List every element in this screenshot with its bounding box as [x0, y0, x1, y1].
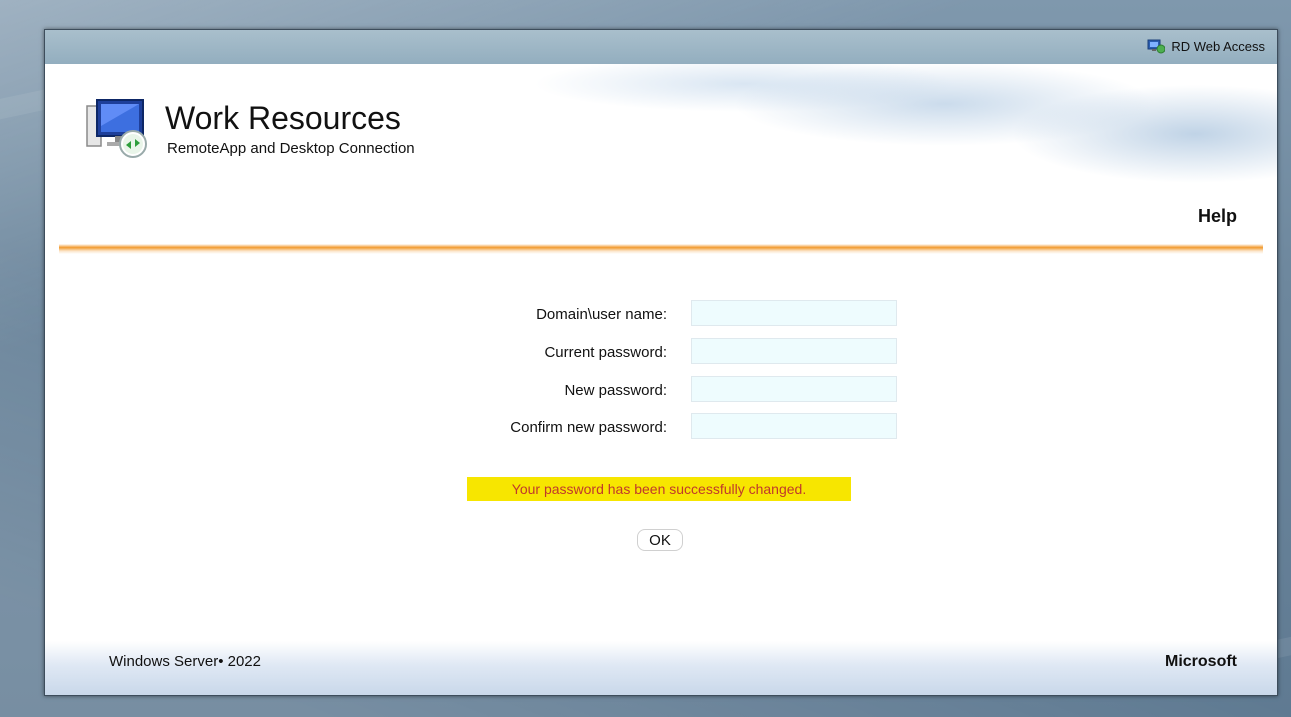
confirm-password-label: Confirm new password:: [510, 419, 667, 436]
current-password-label: Current password:: [544, 344, 667, 361]
footer: Windows Server• 2022 Microsoft: [45, 641, 1277, 695]
rd-web-window: RD Web Access Work Resources RemoteApp a…: [44, 29, 1278, 696]
success-message: Your password has been successfully chan…: [467, 477, 851, 501]
new-password-input[interactable]: [691, 376, 897, 402]
rd-web-access-link[interactable]: RD Web Access: [1147, 38, 1265, 54]
page-title: Work Resources: [165, 100, 401, 136]
product-name: Windows Server• 2022: [109, 653, 261, 670]
rd-web-access-label: RD Web Access: [1171, 38, 1265, 54]
form-row-confirm-password: Confirm new password:: [45, 413, 1277, 443]
remote-desktop-monitor-icon: [83, 92, 153, 162]
domain-user-input[interactable]: [691, 300, 897, 326]
rd-web-access-icon: [1147, 38, 1166, 54]
confirm-password-input[interactable]: [691, 413, 897, 439]
ok-button[interactable]: OK: [637, 529, 683, 551]
company-name: Microsoft: [1165, 653, 1237, 670]
form-row-new-password: New password:: [45, 376, 1277, 406]
header: Work Resources RemoteApp and Desktop Con…: [45, 64, 1277, 244]
new-password-label: New password:: [564, 382, 667, 399]
domain-user-label: Domain\user name:: [536, 306, 667, 323]
form-row-current-password: Current password:: [45, 338, 1277, 368]
form-row-domain-user: Domain\user name:: [45, 300, 1277, 330]
help-link[interactable]: Help: [1198, 206, 1237, 227]
top-bar: RD Web Access: [45, 30, 1277, 64]
page-subtitle: RemoteApp and Desktop Connection: [167, 140, 415, 157]
header-divider: [59, 244, 1263, 254]
current-password-input[interactable]: [691, 338, 897, 364]
